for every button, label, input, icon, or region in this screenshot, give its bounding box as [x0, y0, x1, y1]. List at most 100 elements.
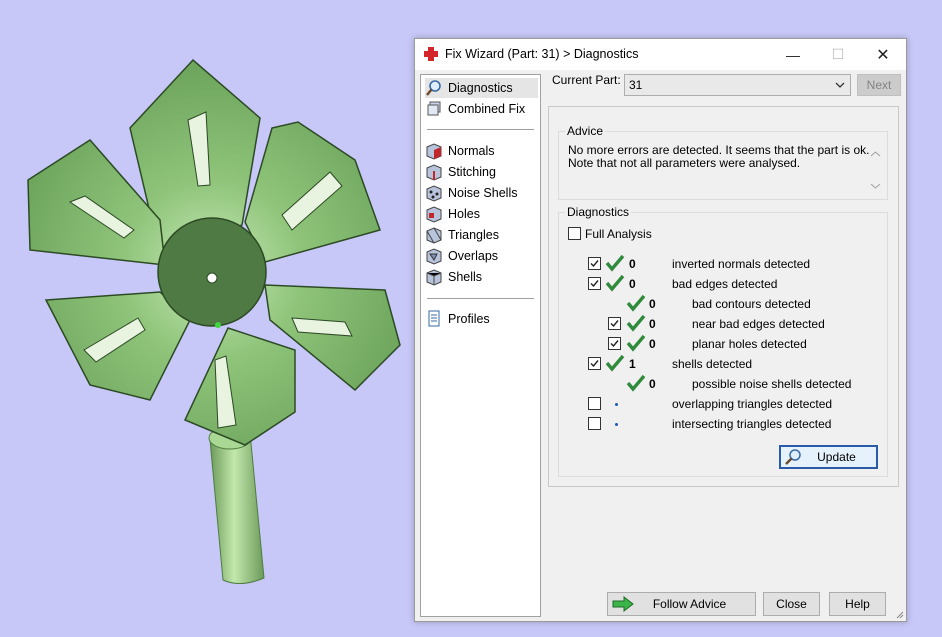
count: 0 — [649, 377, 656, 391]
green-check-icon — [626, 314, 646, 332]
sidebar-item-label: Shells — [448, 270, 483, 284]
holes-cube-icon — [426, 206, 442, 223]
close-icon: ✕ — [876, 46, 890, 64]
sidebar-item-label: Triangles — [448, 228, 499, 242]
pending-dot-icon — [615, 423, 618, 426]
advice-text: No more errors are detected. It seems th… — [568, 144, 880, 192]
diagnostics-title: Diagnostics — [565, 205, 632, 219]
magnifier-icon — [426, 80, 441, 96]
intersecting-triangles-checkbox[interactable] — [588, 417, 601, 430]
advice-group: Advice No more errors are detected. It s… — [558, 124, 888, 200]
help-button-label: Help — [845, 597, 870, 611]
sidebar-item-holes[interactable]: Holes — [425, 204, 480, 224]
shells-cube-icon — [426, 269, 442, 286]
count: 0 — [649, 317, 656, 331]
row-label: overlapping triangles detected — [672, 397, 833, 411]
follow-advice-button[interactable]: Follow Advice — [607, 592, 756, 616]
update-button[interactable]: Update — [779, 445, 878, 469]
row-label: bad contours detected — [692, 297, 811, 311]
pending-dot-icon — [615, 403, 618, 406]
sidebar-item-stitching[interactable]: Stitching — [425, 162, 496, 182]
red-cross-icon — [424, 47, 438, 61]
bad-edges-checkbox[interactable] — [588, 277, 601, 290]
near-bad-edges-checkbox[interactable] — [608, 317, 621, 330]
close-window-button[interactable]: ✕ — [860, 39, 906, 70]
row-label: shells detected — [672, 357, 753, 371]
full-analysis-label: Full Analysis — [585, 227, 652, 241]
help-button[interactable]: Help — [829, 592, 886, 616]
resize-grip-icon[interactable] — [894, 609, 904, 619]
sidebar-item-profiles[interactable]: Profiles — [425, 309, 490, 329]
shells-checkbox[interactable] — [588, 357, 601, 370]
planar-holes-checkbox[interactable] — [608, 337, 621, 350]
magnifier-icon — [785, 449, 801, 465]
follow-advice-label: Follow Advice — [652, 597, 727, 611]
sidebar-item-shells[interactable]: Shells — [425, 267, 482, 287]
sidebar-item-label: Holes — [448, 207, 480, 221]
next-button[interactable]: Next — [857, 74, 901, 96]
green-check-icon — [626, 374, 646, 392]
count: 0 — [649, 337, 656, 351]
close-button-label: Close — [776, 597, 807, 611]
maximize-icon: ☐ — [831, 46, 845, 62]
sidebar-item-normals[interactable]: Normals — [425, 141, 495, 161]
sidebar-item-label: Noise Shells — [448, 186, 518, 200]
diagnostics-group: Diagnostics Full Analysis 0 inverted nor… — [558, 205, 888, 477]
green-check-icon — [605, 254, 625, 272]
overlapping-triangles-checkbox[interactable] — [588, 397, 601, 410]
chevron-down-icon — [835, 82, 845, 88]
current-part-select[interactable]: 31 — [624, 74, 851, 96]
fix-wizard-dialog: Fix Wizard (Part: 31) > Diagnostics — ☐ … — [414, 38, 907, 622]
sidebar-item-noise-shells[interactable]: Noise Shells — [425, 183, 517, 203]
close-button[interactable]: Close — [763, 592, 820, 616]
inverted-normals-checkbox[interactable] — [588, 257, 601, 270]
green-arrow-right-icon — [612, 596, 634, 612]
current-part-label: Current Part: — [552, 73, 621, 87]
count: 0 — [629, 257, 636, 271]
sidebar-item-label: Stitching — [448, 165, 496, 179]
profiles-document-icon — [428, 310, 440, 327]
minimize-icon: — — [786, 46, 800, 63]
advice-line-2: Note that not all parameters were analys… — [568, 156, 801, 170]
sidebar-item-label: Combined Fix — [448, 102, 526, 116]
row-label: near bad edges detected — [692, 317, 825, 331]
dialog-title: Fix Wizard (Part: 31) > Diagnostics — [445, 47, 639, 61]
title-bar[interactable]: Fix Wizard (Part: 31) > Diagnostics — ☐ … — [415, 39, 906, 70]
current-part-value: 31 — [629, 78, 643, 92]
sidebar-item-label: Profiles — [448, 312, 490, 326]
count: 0 — [629, 277, 636, 291]
row-label: bad edges detected — [672, 277, 778, 291]
sidebar-item-diagnostics[interactable]: Diagnostics — [425, 78, 538, 98]
diagnostics-panel: Advice No more errors are detected. It s… — [548, 106, 899, 487]
sidebar-item-label: Overlaps — [448, 249, 499, 263]
green-check-icon — [626, 334, 646, 352]
fix-wizard-sidebar: Diagnostics Combined Fix Normals Stitchi… — [420, 74, 541, 617]
minimize-button[interactable]: — — [770, 39, 816, 70]
row-label: inverted normals detected — [672, 257, 811, 271]
green-check-icon — [605, 354, 625, 372]
row-label: possible noise shells detected — [692, 377, 852, 391]
sidebar-item-label: Normals — [448, 144, 495, 158]
sidebar-item-label: Diagnostics — [448, 81, 513, 95]
normals-cube-icon — [426, 143, 442, 160]
layers-icon — [427, 101, 441, 116]
sidebar-item-combined-fix[interactable]: Combined Fix — [425, 99, 525, 119]
count: 0 — [649, 297, 656, 311]
row-label: planar holes detected — [692, 337, 807, 351]
sidebar-item-triangles[interactable]: Triangles — [425, 225, 499, 245]
scroll-arrows-icon — [870, 151, 881, 189]
noise-shells-icon — [426, 185, 442, 202]
count: 1 — [629, 357, 636, 371]
sidebar-item-overlaps[interactable]: Overlaps — [425, 246, 498, 266]
sidebar-divider — [427, 298, 534, 299]
advice-scrollbar[interactable] — [867, 147, 884, 193]
stitching-cube-icon — [426, 164, 442, 181]
advice-title: Advice — [565, 124, 606, 138]
green-check-icon — [626, 294, 646, 312]
overlaps-cube-icon — [426, 248, 442, 265]
full-analysis-checkbox[interactable] — [568, 227, 581, 240]
triangles-cube-icon — [426, 227, 442, 244]
next-button-label: Next — [866, 78, 892, 92]
row-label: intersecting triangles detected — [672, 417, 832, 431]
maximize-button: ☐ — [815, 39, 861, 70]
